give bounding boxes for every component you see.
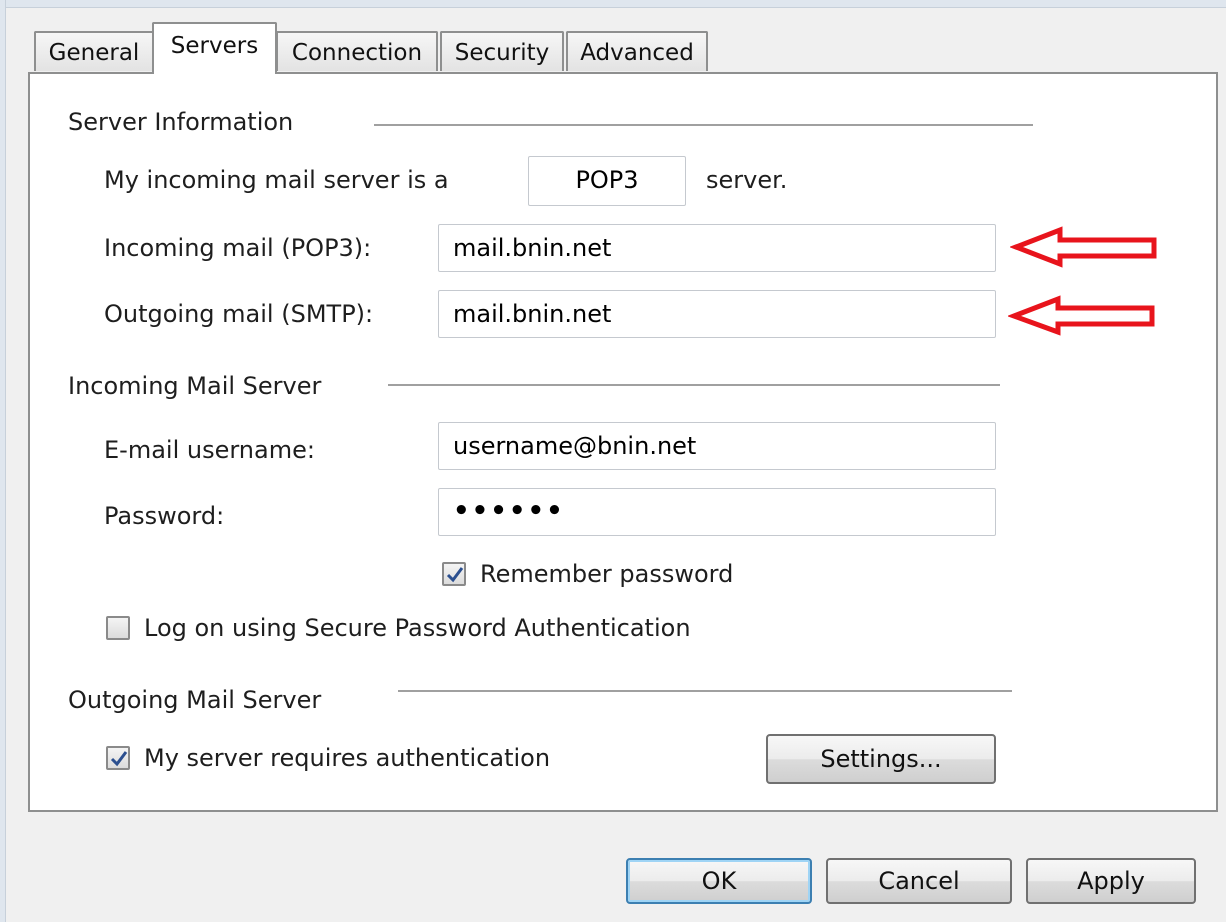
outgoing-mail-label: Outgoing mail (SMTP): (104, 300, 374, 328)
checkmark-icon (446, 567, 464, 583)
remember-password-label[interactable]: Remember password (480, 560, 733, 588)
tab-security[interactable]: Security (440, 31, 564, 71)
remember-password-checkbox[interactable] (442, 562, 466, 586)
checkmark-icon (110, 751, 128, 767)
window-frame-left (0, 0, 6, 922)
tab-servers[interactable]: Servers (152, 22, 277, 74)
apply-button[interactable]: Apply (1026, 858, 1196, 904)
incoming-mail-server-input[interactable]: mail.bnin.net (438, 224, 996, 272)
server-requires-auth-checkbox[interactable] (106, 746, 130, 770)
left-arrow-icon (1008, 295, 1155, 336)
group-divider (374, 124, 1033, 126)
incoming-mail-server-heading: Incoming Mail Server (68, 372, 322, 400)
group-divider (388, 384, 1000, 386)
group-divider (398, 690, 1012, 692)
password-label: Password: (104, 502, 225, 530)
tab-general[interactable]: General (34, 31, 154, 71)
ok-button[interactable]: OK (626, 858, 812, 904)
window-frame-top (0, 0, 1226, 8)
left-arrow-icon (1010, 226, 1157, 268)
incoming-mail-label: Incoming mail (POP3): (104, 234, 372, 262)
outgoing-mail-server-heading: Outgoing Mail Server (68, 686, 322, 714)
outgoing-mail-server-input[interactable]: mail.bnin.net (438, 290, 996, 338)
spa-checkbox[interactable] (106, 616, 130, 640)
tab-advanced[interactable]: Advanced (566, 31, 708, 71)
email-username-input[interactable]: username@bnin.net (438, 422, 996, 470)
password-input[interactable]: •••••• (438, 488, 996, 536)
settings-button[interactable]: Settings... (766, 734, 996, 784)
spa-label[interactable]: Log on using Secure Password Authenticat… (144, 614, 691, 642)
tab-connection[interactable]: Connection (276, 31, 438, 71)
incoming-type-prefix-label: My incoming mail server is a (104, 166, 449, 194)
incoming-server-type-field: POP3 (528, 156, 686, 206)
server-requires-auth-label[interactable]: My server requires authentication (144, 744, 550, 772)
email-username-label: E-mail username: (104, 436, 315, 464)
server-information-heading: Server Information (68, 108, 294, 136)
cancel-button[interactable]: Cancel (826, 858, 1012, 904)
incoming-type-suffix-label: server. (706, 166, 788, 194)
